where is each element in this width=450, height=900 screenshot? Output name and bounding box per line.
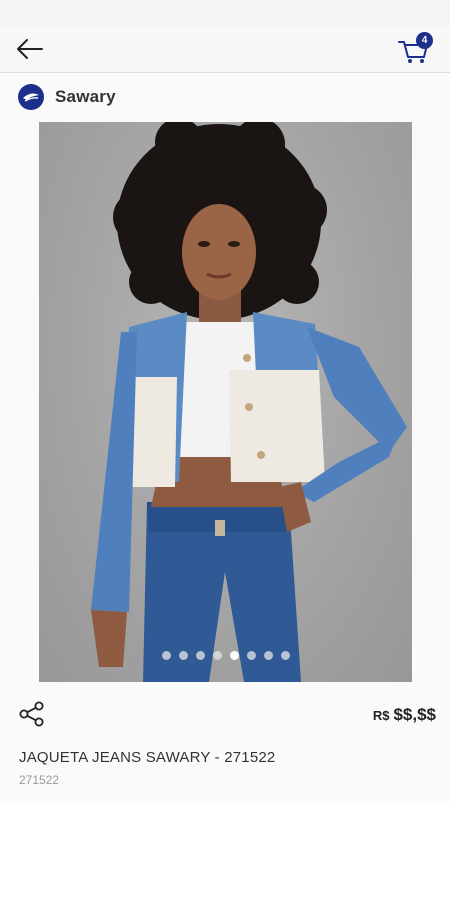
share-button[interactable] [18, 700, 46, 728]
carousel-dot[interactable] [246, 651, 256, 660]
brand-link[interactable]: Sawary [18, 83, 116, 111]
cart-button[interactable]: 4 [396, 32, 436, 66]
cart-count-badge: 4 [416, 32, 433, 49]
carousel-dot[interactable] [161, 651, 171, 660]
app-bar: 4 [0, 26, 450, 73]
product-price: R$ $$,$$ [373, 705, 436, 725]
carousel-dot[interactable] [280, 651, 290, 660]
product-page: Sawary R$ $$,$$ JAQUETA JEANS SAWARY - 2… [0, 73, 450, 803]
carousel-dot[interactable] [195, 651, 205, 660]
status-bar [0, 0, 450, 26]
share-icon [19, 701, 44, 727]
arrow-left-icon [17, 39, 43, 59]
carousel-dot[interactable] [178, 651, 188, 660]
price-value: $$,$$ [393, 705, 436, 724]
carousel-dot[interactable] [229, 651, 239, 660]
sawary-logo-icon [18, 84, 44, 110]
product-image[interactable] [39, 122, 412, 682]
price-currency: R$ [372, 708, 390, 723]
product-code: 271522 [19, 773, 60, 787]
carousel-dot[interactable] [212, 651, 222, 660]
carousel-dots [39, 651, 412, 660]
back-button[interactable] [14, 36, 46, 62]
carousel-dot[interactable] [263, 651, 273, 660]
product-photo [91, 122, 407, 682]
brand-name: Sawary [55, 87, 116, 106]
product-title: JAQUETA JEANS SAWARY - 271522 [19, 749, 276, 766]
